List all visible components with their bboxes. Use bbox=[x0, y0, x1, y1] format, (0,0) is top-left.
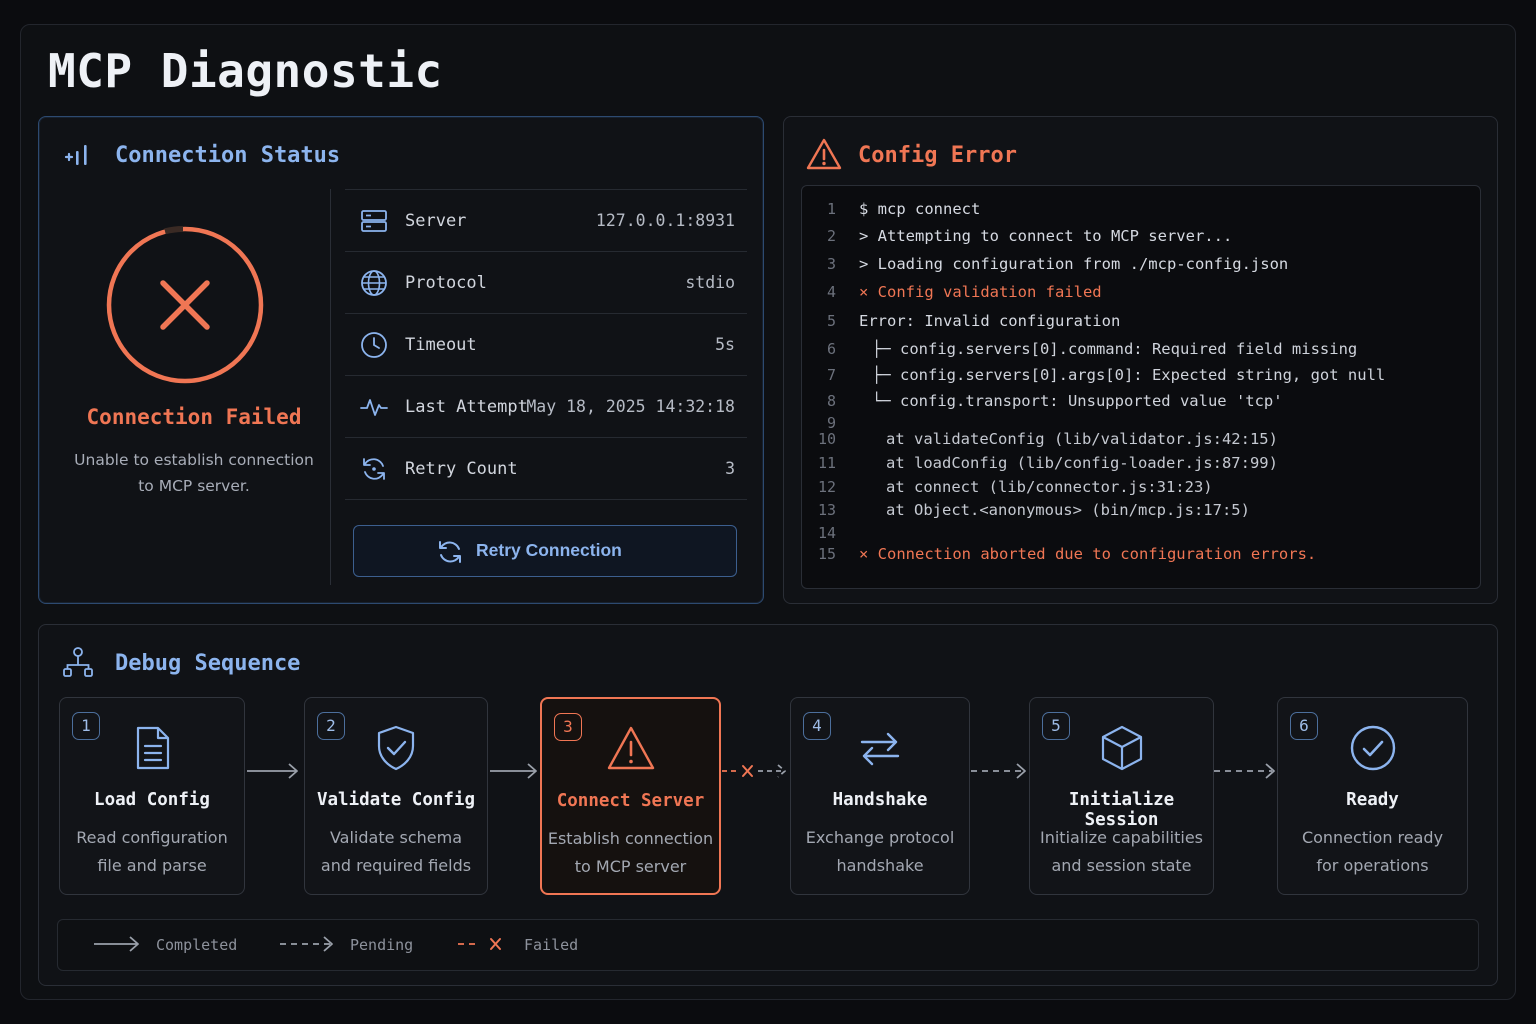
failed-x-circle-icon bbox=[106, 226, 264, 384]
log-line: 13 at Object.<anonymous> (bin/mcp.js:17:5… bbox=[817, 501, 1250, 519]
step-name: Handshake bbox=[832, 790, 928, 810]
step-description: Validate schema and required fields bbox=[320, 828, 472, 875]
detail-label: Last Attempt bbox=[405, 397, 528, 417]
legend-pending-arrow-icon bbox=[280, 936, 333, 952]
legend-completed-label: Completed bbox=[156, 936, 238, 954]
check-circle-icon bbox=[1350, 725, 1395, 771]
connector-pending bbox=[1214, 763, 1275, 779]
log-line: 12 at connect (lib/connector.js:31:23) bbox=[817, 478, 1213, 496]
log-line: 8 └─ config.transport: Unsupported value … bbox=[826, 392, 1283, 410]
retry-connection-label: Retry Connection bbox=[476, 540, 622, 560]
step-validate-config[interactable]: 2 Validate Config Validate schema and req… bbox=[304, 697, 488, 895]
log-line: 6 ├─ config.servers[0].command: Required … bbox=[826, 340, 1358, 358]
connection-status-title: Connection Status bbox=[115, 143, 341, 168]
connection-details: Server 127.0.0.1:8931 Protocol stdio Tim… bbox=[345, 189, 747, 500]
connector-completed bbox=[247, 763, 298, 779]
step-description: Establish connection to MCP server bbox=[547, 829, 714, 876]
detail-value: 3 bbox=[725, 459, 735, 478]
step-handshake[interactable]: 4 Handshake Exchange protocol handshake bbox=[790, 697, 970, 895]
log-line: 7 ├─ config.servers[0].args[0]: Expected … bbox=[826, 366, 1386, 384]
detail-value: May 18, 2025 14:32:18 bbox=[526, 397, 735, 416]
connector-pending bbox=[971, 763, 1026, 779]
error-log-terminal: 1 $ mcp connect 2 > Attempting to connect … bbox=[801, 185, 1481, 589]
debug-sequence-title: Debug Sequence bbox=[115, 651, 301, 676]
retry-connection-button[interactable]: Retry Connection bbox=[353, 525, 737, 577]
retry-icon bbox=[363, 458, 385, 480]
server-icon bbox=[361, 210, 387, 232]
signal-bars-icon bbox=[64, 145, 87, 165]
log-line: 11 at loadConfig (lib/config-loader.js:87… bbox=[817, 454, 1278, 472]
step-number: 6 bbox=[1290, 712, 1318, 740]
detail-value: 127.0.0.1:8931 bbox=[595, 211, 735, 230]
step-name: Validate Config bbox=[316, 790, 476, 810]
document-icon bbox=[136, 726, 170, 770]
connector-failed bbox=[722, 764, 786, 778]
divider bbox=[345, 499, 747, 500]
connection-status-panel: Connection Status Connection Failed Unab… bbox=[38, 116, 764, 604]
step-name: Load Config bbox=[94, 790, 210, 810]
step-description: Exchange protocol handshake bbox=[805, 828, 955, 875]
globe-icon bbox=[361, 270, 387, 296]
detail-value: stdio bbox=[685, 273, 735, 292]
detail-row-timeout: Timeout 5s bbox=[345, 313, 747, 375]
detail-row-server: Server 127.0.0.1:8931 bbox=[345, 189, 747, 251]
connector-completed bbox=[490, 763, 537, 779]
config-error-title: Config Error bbox=[858, 143, 1017, 168]
detail-label: Protocol bbox=[405, 273, 487, 293]
step-number: 5 bbox=[1042, 712, 1070, 740]
detail-row-retry-count: Retry Count 3 bbox=[345, 437, 747, 499]
connection-failed-description: Unable to establish connection to MCP se… bbox=[74, 451, 314, 495]
detail-row-protocol: Protocol stdio bbox=[345, 251, 747, 313]
connection-failed-label: Connection Failed bbox=[86, 405, 302, 429]
step-number: 3 bbox=[554, 713, 582, 741]
step-name: Connect Server bbox=[556, 791, 705, 811]
step-description: Initialize capabilities and session state bbox=[1040, 828, 1203, 875]
detail-label: Retry Count bbox=[405, 459, 518, 479]
step-description: Connection ready for operations bbox=[1301, 828, 1444, 875]
log-line: 2 > Attempting to connect to MCP server..… bbox=[826, 227, 1233, 245]
detail-value: 5s bbox=[715, 335, 735, 354]
pulse-icon bbox=[360, 399, 388, 416]
detail-row-last-attempt: Last Attempt May 18, 2025 14:32:18 bbox=[345, 375, 747, 437]
legend: Completed Pending Failed bbox=[57, 919, 1479, 971]
step-number: 2 bbox=[317, 712, 345, 740]
log-line: 10 at validateConfig (lib/validator.js:42… bbox=[817, 430, 1278, 448]
swap-arrows-icon bbox=[860, 732, 900, 766]
sitemap-icon bbox=[63, 647, 93, 677]
step-ready[interactable]: 6 Ready Connection ready for operations bbox=[1277, 697, 1468, 895]
step-initialize-session[interactable]: 5 Initialize Session Initialize capabili… bbox=[1029, 697, 1214, 895]
log-line-error: 15 × Connection aborted due to configurat… bbox=[817, 545, 1317, 563]
detail-label: Timeout bbox=[405, 335, 477, 355]
step-number: 4 bbox=[803, 712, 831, 740]
step-connect-server[interactable]: 3 Connect Server Establish connection to … bbox=[540, 697, 721, 895]
log-line: 3 > Loading configuration from ./mcp-conf… bbox=[826, 255, 1289, 273]
connection-state: Connection Failed Unable to establish co… bbox=[57, 189, 331, 585]
step-number: 1 bbox=[72, 712, 100, 740]
warning-icon bbox=[607, 726, 654, 770]
log-line: 1 $ mcp connect bbox=[826, 200, 981, 218]
detail-label: Server bbox=[405, 211, 467, 231]
cube-icon bbox=[1101, 725, 1142, 771]
log-line-error: 4 × Config validation failed bbox=[826, 283, 1102, 301]
clock-icon bbox=[361, 332, 387, 358]
legend-failed-label: Failed bbox=[524, 936, 579, 954]
config-error-panel: Config Error 1 $ mcp connect 2 > Attemptin… bbox=[783, 116, 1498, 604]
page-title: MCP Diagnostic bbox=[48, 44, 443, 98]
legend-failed-icon bbox=[458, 938, 501, 950]
legend-completed-arrow-icon bbox=[94, 936, 139, 952]
log-line: 5 Error: Invalid configuration bbox=[826, 312, 1121, 330]
warning-icon bbox=[806, 138, 842, 170]
step-load-config[interactable]: 1 Load Config Read configuration file and… bbox=[59, 697, 245, 895]
step-name: Ready bbox=[1346, 790, 1399, 810]
step-description: Read configuration file and parse bbox=[76, 828, 228, 875]
legend-pending-label: Pending bbox=[350, 936, 414, 954]
shield-check-icon bbox=[377, 725, 415, 771]
debug-sequence-panel: Debug Sequence 1 Load Config Read config… bbox=[38, 624, 1498, 986]
refresh-icon bbox=[439, 541, 461, 563]
